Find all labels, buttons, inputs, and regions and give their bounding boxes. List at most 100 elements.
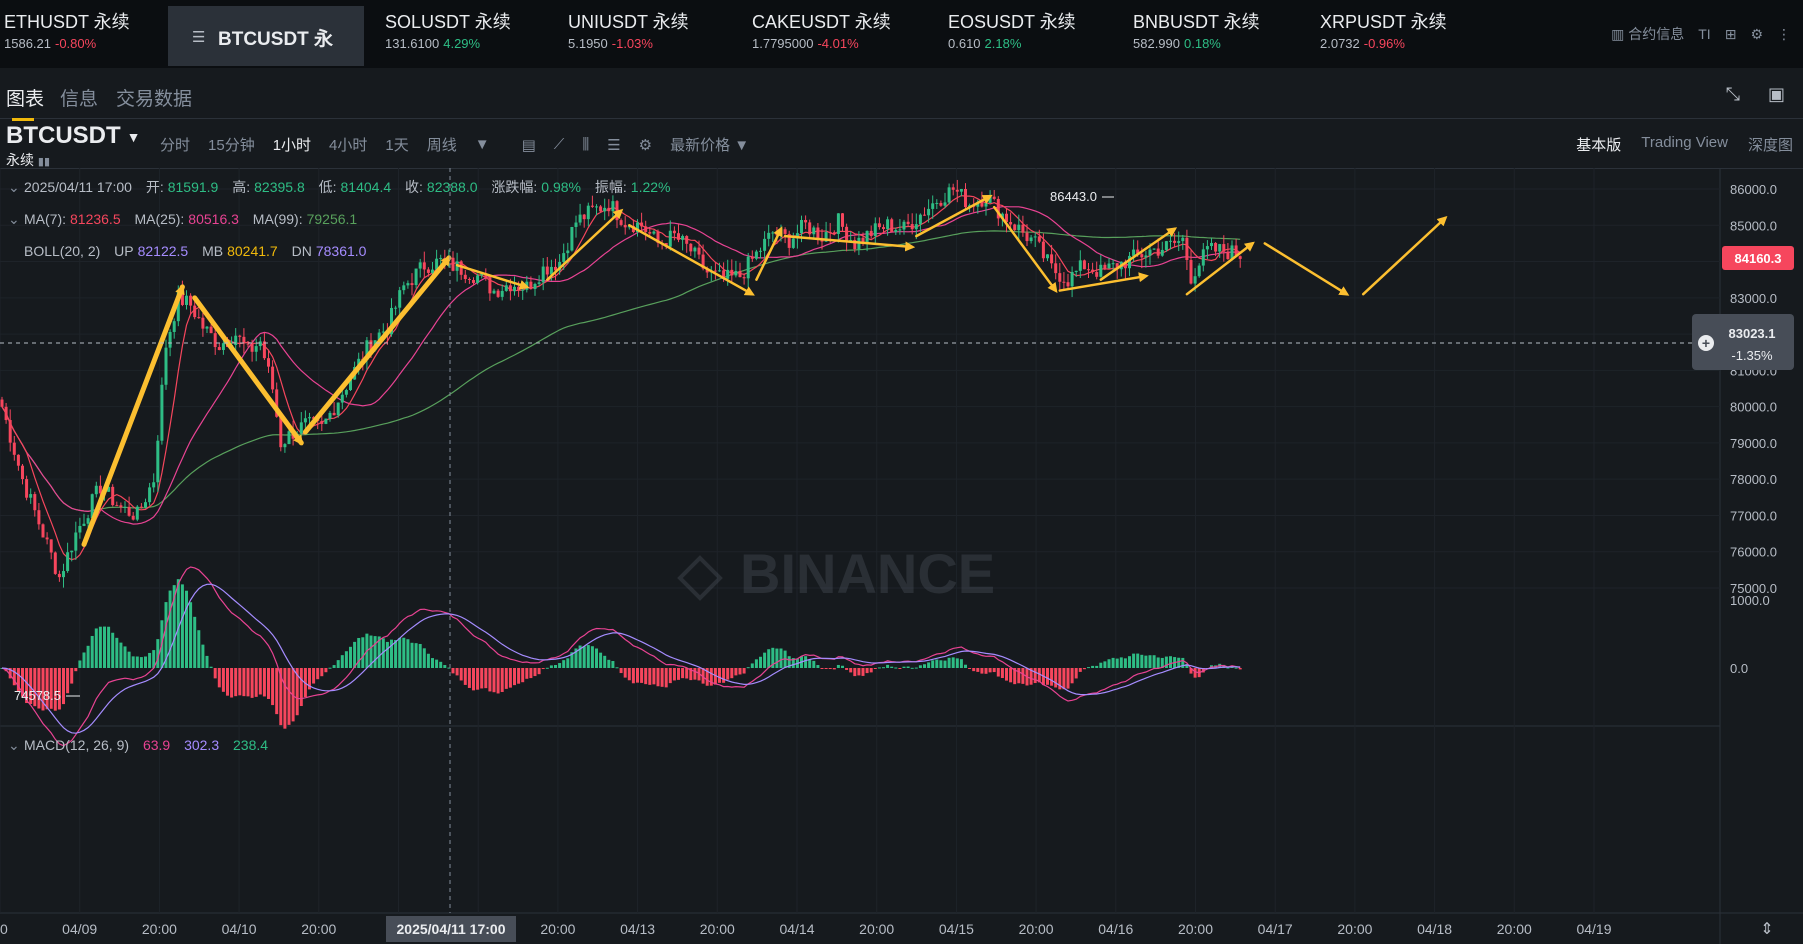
grid-icon[interactable]: ⊞ [1725,26,1737,43]
interval-1d[interactable]: 1天 [385,134,408,155]
ticker-btcusdt-active[interactable]: ☰ BTCUSDT 永 [168,6,364,66]
x-tick-label: 04/17 [1258,921,1293,937]
macd-bar-up [611,661,615,668]
y-tick-label: 78000.0 [1730,472,1777,487]
calendar-icon[interactable]: ▤ [522,136,536,154]
collapse-icon[interactable]: ⤡ [1726,84,1740,105]
interval-more-icon[interactable]: ▼ [475,136,490,153]
crosshair-price-text: 83023.1 [1729,326,1776,341]
contract-info-label: 合约信息 [1628,26,1685,42]
macd-bar-up [361,637,365,668]
candle-body-up [340,394,344,403]
view-tradingview[interactable]: Trading View [1641,134,1728,155]
ticker-xrpusdt[interactable]: XRPUSDT 永续 2.0732 -0.96% [1320,8,1447,64]
macd-bar-down [230,668,234,698]
candle-body-up [283,444,287,448]
macd-bar-up [841,665,844,668]
candle-body-down [127,506,131,516]
macd-bar-down [525,668,529,679]
plus-icon: + [1702,335,1710,351]
candle-body-up [308,417,311,419]
ticker-ethusdt[interactable]: ETHUSDT 永续 1586.21 -0.80% [4,8,130,64]
ticker-bnbusdt[interactable]: BNBUSDT 永续 582.990 0.18% [1133,8,1260,64]
ticker-solusdt[interactable]: SOLUSDT 永续 131.6100 4.29% [385,8,511,64]
candle-body-down [615,201,619,221]
macd-bar-down [636,668,639,683]
macd-bar-up [1144,655,1148,668]
watermark-text: BINANCE [740,542,995,605]
candle-body-down [1087,269,1090,271]
candle-body-down [1140,254,1144,258]
ticker-name: UNIUSDT 永续 [568,12,689,32]
macd-bar-up [877,667,881,669]
candle-body-up [78,525,82,533]
candle-body-down [49,539,53,553]
macd-bar-down [853,668,857,677]
tab-chart[interactable]: 图表 [6,84,44,121]
x-axis-labels: 0004/0920:0004/1020:000404/1220:0004/132… [0,921,1612,937]
macd-bar-down [832,668,836,670]
ticker-uniusdt[interactable]: UNIUSDT 永续 5.1950 -1.03% [568,8,689,64]
view-depth[interactable]: 深度图 [1748,134,1793,155]
macd-bar-down [324,668,328,673]
annotation-arrow [1263,242,1350,296]
ti-button[interactable]: TI [1698,26,1710,42]
candle-body-down [992,196,996,199]
tab-info[interactable]: 信息 [60,84,98,111]
candle-body-up [763,238,767,251]
collapse-chevron-icon[interactable]: ⌄ [8,737,20,753]
candle-body-up [1177,241,1181,243]
interval-1h[interactable]: 1小时 [273,134,311,155]
candle-body-up [402,285,406,291]
candle-body-down [238,335,242,337]
candle-body-up [1160,249,1164,256]
candle-body-down [189,295,193,306]
macd-bar-down [316,668,320,680]
price-type-select[interactable]: 最新价格 ▼ [670,134,749,155]
view-basic[interactable]: 基本版 [1576,134,1621,155]
candle-body-down [685,236,689,244]
macd-bar-up [607,659,611,668]
draw-tool-icon[interactable]: ⟋ [554,136,565,153]
fit-screen-icon[interactable]: ⇕ [1760,921,1773,938]
candle-body-up [718,270,721,272]
candle-body-down [1222,244,1226,252]
contract-info-button[interactable]: ▥ 合约信息 [1611,24,1684,44]
interval-4h[interactable]: 4小时 [329,134,367,155]
interval-15m[interactable]: 15分钟 [208,134,255,155]
macd-bar-down [660,668,664,687]
interval-week[interactable]: 周线 [427,134,457,155]
tab-trading-data[interactable]: 交易数据 [116,84,192,111]
interval-timeline[interactable]: 分时 [160,134,190,155]
collapse-chevron-icon[interactable]: ⌄ [8,179,20,195]
indicator-icon[interactable]: ☰ [607,136,620,154]
collapse-chevron-icon[interactable]: ⌄ [8,211,20,227]
macd-bar-down [685,668,689,679]
candle-body-up [578,214,582,223]
ticker-eosusdt[interactable]: EOSUSDT 永续 0.610 2.18% [948,8,1076,64]
symbol-selector[interactable]: BTCUSDT ▼ [6,122,141,150]
macd-bar-down [459,668,463,681]
candle-style-icon[interactable]: ⫼ [582,136,589,153]
gear-icon[interactable]: ⚙ [1750,26,1763,43]
kline-chart[interactable]: BINANCE 86000.085000.084000.083000.08200… [0,168,1803,944]
macd-bar-up [599,652,603,668]
layout-icon[interactable]: ▣ [1768,84,1785,105]
macd-bar-down [1046,668,1049,685]
macd-bar-up [349,646,352,668]
ticker-price: 2.0732 [1320,36,1360,51]
candle-body-up [513,286,516,292]
candle-body-down [951,187,955,190]
settings-gear-icon[interactable]: ⚙ [639,136,652,154]
more-icon[interactable]: ⋮ [1777,26,1791,43]
candle-body-down [1058,273,1062,282]
macd-bar-down [656,668,660,687]
ticker-cakeusdt[interactable]: CAKEUSDT 永续 1.7795000 -4.01% [752,8,891,64]
macd-bar-up [1132,653,1136,668]
ticker-price: 131.6100 [385,36,440,51]
macd-bar-down [976,668,980,672]
macd-bar-down [267,668,270,699]
macd-bar-up [209,666,213,668]
candle-body-up [1111,263,1115,265]
x-tick-label: 20:00 [1337,921,1372,937]
